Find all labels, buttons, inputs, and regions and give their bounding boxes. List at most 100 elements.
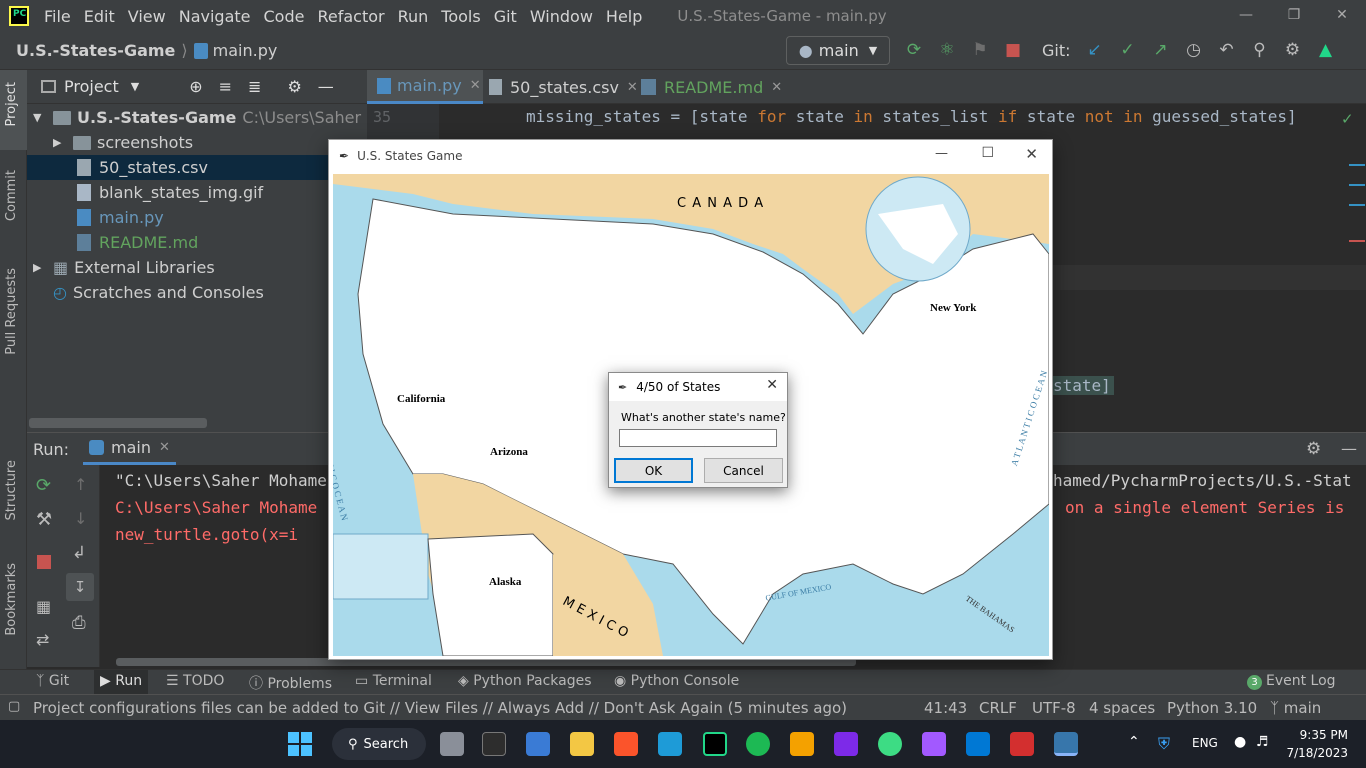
git-branch-status[interactable]: ᛉ main	[1270, 699, 1321, 717]
tree-item-blank-states-img[interactable]: blank_states_img.gif	[77, 180, 263, 205]
restore-icon[interactable]: ❐	[1270, 0, 1318, 32]
python-app-icon[interactable]	[1054, 732, 1078, 756]
chevron-up-icon[interactable]: ⌃	[1128, 734, 1140, 750]
tree-item-readme[interactable]: README.md	[77, 230, 198, 255]
stop-icon[interactable]	[37, 555, 51, 569]
print-icon[interactable]: ⎙	[72, 613, 86, 633]
debug-icon[interactable]: ⚛	[937, 40, 957, 60]
menu-edit[interactable]: Edit	[84, 7, 115, 26]
menu-navigate[interactable]: Navigate	[179, 7, 251, 26]
file-encoding[interactable]: UTF-8	[1032, 699, 1076, 717]
pin-icon[interactable]: ⇄	[36, 630, 49, 649]
spotify-icon[interactable]	[746, 732, 770, 756]
menu-refactor[interactable]: Refactor	[317, 7, 384, 26]
caret-position[interactable]: 41:43	[924, 699, 967, 717]
layout-icon[interactable]: ▦	[36, 597, 51, 616]
down-arrow-icon[interactable]: ↓	[74, 509, 87, 528]
git-update-icon[interactable]: ↙	[1085, 40, 1105, 60]
event-log-tab[interactable]: 3 Event Log	[1247, 673, 1336, 690]
task-view-icon[interactable]	[440, 732, 464, 756]
modify-config-icon[interactable]: ⚒	[36, 509, 52, 530]
taskbar-search[interactable]: ⚲ Search	[332, 728, 426, 760]
close-tab-icon[interactable]: ✕	[159, 440, 170, 455]
hide-panel-icon[interactable]: —	[1341, 439, 1357, 458]
brave-browser-icon[interactable]	[614, 732, 638, 756]
stop-icon[interactable]: ■	[1003, 40, 1023, 60]
wps-office-icon[interactable]	[1010, 732, 1034, 756]
side-tab-project[interactable]: Project	[4, 82, 19, 126]
tool-tab-terminal[interactable]: ▭ Terminal	[355, 673, 432, 689]
side-tab-structure[interactable]: Structure	[4, 460, 19, 520]
side-tab-commit[interactable]: Commit	[4, 170, 19, 221]
ok-button[interactable]: OK	[614, 458, 693, 483]
clock-time[interactable]: 9:35 PM	[1292, 728, 1348, 742]
pycharm-app-icon[interactable]	[703, 732, 727, 756]
close-tab-icon[interactable]: ✕	[771, 80, 782, 95]
locate-file-icon[interactable]: ⊕	[189, 77, 202, 96]
tree-item-scratches[interactable]: ◴ Scratches and Consoles	[53, 280, 264, 305]
tree-item-screenshots[interactable]: ▶ screenshots	[53, 130, 193, 155]
menu-tools[interactable]: Tools	[441, 7, 480, 26]
tree-root[interactable]: ▼ U.S.-States-Game C:\Users\Saher Moha	[33, 105, 410, 130]
minimize-icon[interactable]: —	[935, 146, 948, 161]
tab-main-py[interactable]: main.py ✕	[367, 70, 483, 104]
menu-run[interactable]: Run	[398, 7, 429, 26]
git-commit-icon[interactable]: ✓	[1118, 40, 1138, 60]
breadcrumb-file[interactable]: main.py	[213, 41, 278, 60]
tree-item-main-py[interactable]: main.py	[77, 205, 164, 230]
android-app-icon[interactable]	[878, 732, 902, 756]
chevron-down-icon[interactable]: ▼	[131, 80, 139, 93]
tool-tab-problems[interactable]: ⓘ Problems	[249, 673, 332, 693]
python-interpreter[interactable]: Python 3.10	[1167, 699, 1257, 717]
close-icon[interactable]: ✕	[766, 377, 778, 393]
menu-window[interactable]: Window	[530, 7, 593, 26]
run-config-selector[interactable]: ● main ▼	[786, 36, 890, 65]
close-tab-icon[interactable]: ✕	[470, 78, 481, 93]
expand-all-icon[interactable]: ≡	[219, 77, 232, 96]
close-icon[interactable]: ✕	[1025, 145, 1038, 163]
side-tab-bookmarks[interactable]: Bookmarks	[4, 563, 19, 636]
clock-date[interactable]: 7/18/2023	[1282, 746, 1348, 760]
volume-icon[interactable]: ♬	[1256, 734, 1269, 750]
tool-tab-python-packages[interactable]: ◈ Python Packages	[458, 673, 592, 689]
tab-50-states-csv[interactable]: 50_states.csv ✕	[489, 70, 638, 104]
rerun-icon[interactable]: ⟳	[36, 475, 51, 496]
project-panel-title[interactable]: Project	[64, 77, 119, 96]
file-explorer-icon[interactable]	[570, 732, 594, 756]
menu-code[interactable]: Code	[264, 7, 305, 26]
tool-tab-python-console[interactable]: ◉ Python Console	[614, 673, 739, 689]
state-name-input[interactable]	[619, 429, 777, 447]
security-shield-icon[interactable]: ⛨	[1158, 734, 1170, 754]
soft-wrap-icon[interactable]: ↲	[72, 543, 86, 563]
coverage-icon[interactable]: ⚑	[970, 40, 990, 60]
figma-icon[interactable]	[922, 732, 946, 756]
tool-tab-git[interactable]: ᛉ Git	[36, 673, 69, 689]
up-arrow-icon[interactable]: ↑	[74, 475, 87, 494]
menu-git[interactable]: Git	[494, 7, 517, 26]
wifi-icon[interactable]: ●	[1234, 734, 1246, 750]
cancel-button[interactable]: Cancel	[704, 458, 783, 483]
rollback-icon[interactable]: ↶	[1217, 40, 1237, 60]
terminal-app-icon[interactable]	[482, 732, 506, 756]
tree-item-50-states-csv[interactable]: 50_states.csv	[27, 155, 367, 180]
store-app-icon[interactable]	[526, 732, 550, 756]
horizontal-scrollbar[interactable]	[29, 418, 207, 428]
indent-setting[interactable]: 4 spaces	[1089, 699, 1155, 717]
status-message[interactable]: Project configurations files can be adde…	[33, 699, 847, 717]
scroll-to-end-icon[interactable]: ↧	[66, 573, 94, 601]
office-app-icon[interactable]	[790, 732, 814, 756]
tool-tab-todo[interactable]: ☰ TODO	[166, 673, 224, 689]
line-separator[interactable]: CRLF	[979, 699, 1017, 717]
intellij-app-icon[interactable]	[834, 732, 858, 756]
ide-updates-icon[interactable]: ▲	[1316, 40, 1336, 60]
collapse-all-icon[interactable]: ≣	[248, 77, 261, 96]
windows-start-icon[interactable]	[288, 732, 312, 756]
close-icon[interactable]: ✕	[1318, 0, 1366, 32]
settings-gear-icon[interactable]: ⚙	[1283, 40, 1303, 60]
tree-item-external-libraries[interactable]: ▶ ▦ External Libraries	[33, 255, 215, 280]
close-tab-icon[interactable]: ✕	[627, 80, 638, 95]
git-push-icon[interactable]: ↗	[1151, 40, 1171, 60]
maximize-icon[interactable]: ☐	[981, 145, 994, 161]
hide-panel-icon[interactable]: —	[318, 77, 334, 96]
history-icon[interactable]: ◷	[1184, 40, 1204, 60]
